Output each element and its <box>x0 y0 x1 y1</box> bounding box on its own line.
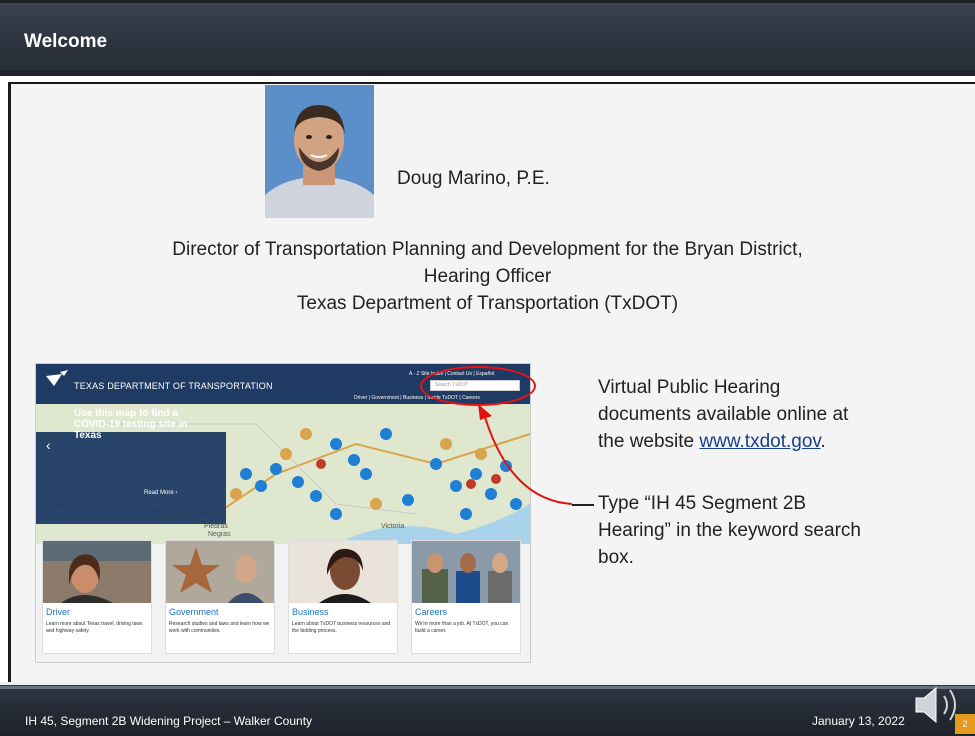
search-line-2: Hearing” in the keyword search <box>598 520 861 541</box>
footer-divider <box>0 686 975 689</box>
role-line-2: Hearing Officer <box>423 266 552 287</box>
title-bar: Welcome <box>0 0 975 76</box>
speaker-photo-image <box>265 85 374 218</box>
info-line-3-prefix: the website <box>598 431 700 452</box>
website-title: TEXAS DEPARTMENT OF TRANSPORTATION <box>74 381 273 391</box>
card-careers-text: We're more than a job. At TxDOT, you can… <box>415 621 509 634</box>
map-panel-text: Use this map to find a COVID-19 testing … <box>74 408 188 441</box>
map-label-piedras: Piedras <box>204 523 228 530</box>
speaker-name: Doug Marino, P.E. <box>397 168 550 189</box>
map-label-victoria: Victoria <box>381 523 404 530</box>
government-card-image <box>166 541 274 603</box>
footer-date: January 13, 2022 <box>812 714 905 728</box>
slide-title: Welcome <box>24 31 108 52</box>
business-card-image <box>289 541 397 603</box>
search-instructions: Type “IH 45 Segment 2B Hearing” in the k… <box>598 490 861 571</box>
card-driver-text: Learn more about Texas travel, driving l… <box>46 621 143 634</box>
page-number-badge: 2 <box>955 714 975 734</box>
card-careers-title: Careers <box>415 607 448 617</box>
speaker-role: Director of Transportation Planning and … <box>0 236 975 317</box>
card-business-text: Learn about TxDOT business resources and… <box>292 621 391 634</box>
card-careers[interactable]: Careers We're more than a job. At TxDOT,… <box>411 540 521 654</box>
txdot-website-link[interactable]: www.txdot.gov <box>699 431 820 452</box>
info-line-2: documents available online at <box>598 404 849 425</box>
txdot-website-screenshot: TEXAS DEPARTMENT OF TRANSPORTATION A - Z… <box>35 363 531 663</box>
slide: Welcome Doug Marino, P.E. Director of Tr… <box>0 0 975 736</box>
card-government[interactable]: Government Research studies and laws and… <box>165 540 275 654</box>
card-business[interactable]: Business Learn about TxDOT business reso… <box>288 540 398 654</box>
speaker-photo <box>265 85 374 218</box>
search-line-3: box. <box>598 547 634 568</box>
role-line-1: Director of Transportation Planning and … <box>172 239 803 260</box>
read-more-link[interactable]: Read More › <box>144 490 177 496</box>
role-line-3: Texas Department of Transportation (TxDO… <box>296 293 679 314</box>
info-line-3: the website www.txdot.gov. <box>598 428 848 455</box>
card-driver-title: Driver <box>46 607 70 617</box>
careers-card-image <box>412 541 520 603</box>
card-government-title: Government <box>169 607 219 617</box>
red-arrow-icon <box>478 404 573 505</box>
card-driver[interactable]: Driver Learn more about Texas travel, dr… <box>42 540 152 654</box>
chevron-left-icon[interactable]: ‹ <box>46 437 51 453</box>
txdot-logo-icon <box>46 370 68 386</box>
info-text: Virtual Public Hearing documents availab… <box>598 374 848 455</box>
arrow-tail-line <box>572 504 594 506</box>
card-government-text: Research studies and laws and learn how … <box>169 621 270 634</box>
map-info-panel <box>36 432 226 524</box>
map-label-negras: Negras <box>208 531 231 538</box>
footer-project-title: IH 45, Segment 2B Widening Project – Wal… <box>25 714 313 728</box>
info-line-1: Virtual Public Hearing <box>598 377 781 398</box>
driver-card-image <box>43 541 151 603</box>
card-business-title: Business <box>292 607 329 617</box>
info-line-3-suffix: . <box>820 431 826 452</box>
search-line-1: Type “IH 45 Segment 2B <box>598 493 807 514</box>
